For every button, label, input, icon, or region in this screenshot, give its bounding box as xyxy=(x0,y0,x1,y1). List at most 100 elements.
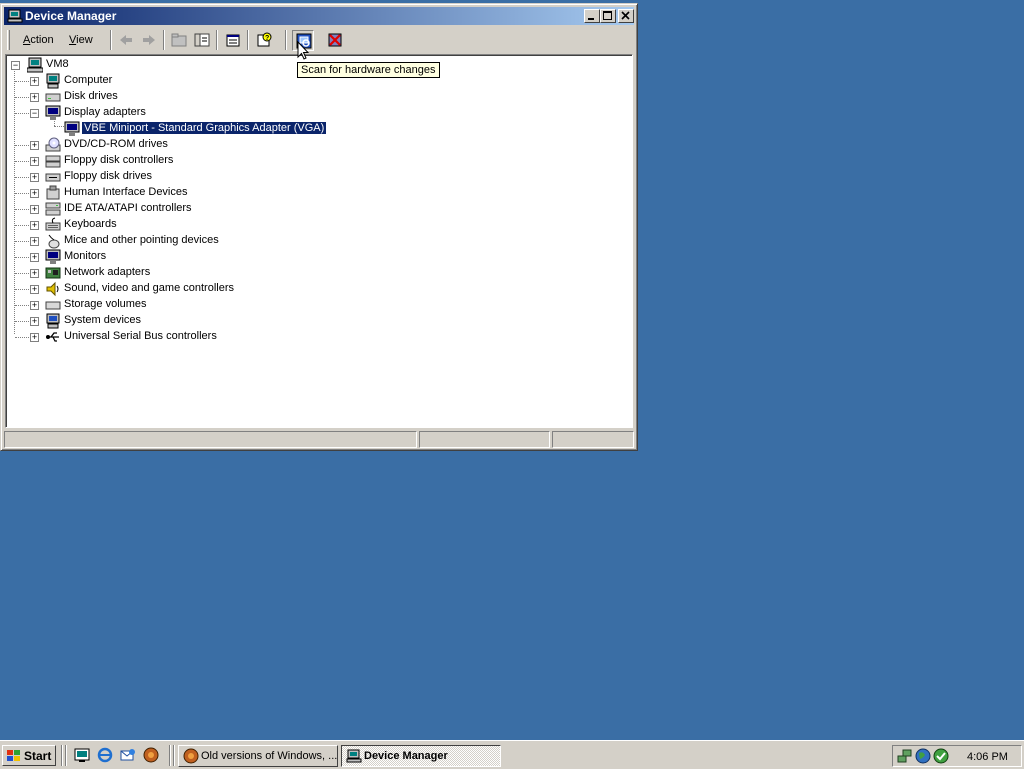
expand-toggle[interactable]: + xyxy=(30,301,39,310)
device-tree[interactable]: − VM8 + Computer + Disk drives − Display adap… xyxy=(5,54,633,428)
task-label: Old versions of Windows, ... xyxy=(201,750,338,762)
tree-root[interactable]: − VM8 xyxy=(6,57,206,73)
show-hide-tree-button[interactable] xyxy=(191,30,213,51)
back-button[interactable] xyxy=(115,30,137,51)
tree-line xyxy=(15,113,29,114)
close-button[interactable] xyxy=(618,9,634,23)
expand-toggle[interactable]: + xyxy=(30,157,39,166)
tree-item-display-adapters[interactable]: − Display adapters xyxy=(6,105,266,121)
disk-drive-icon xyxy=(45,93,61,102)
computer-icon xyxy=(46,73,60,89)
expand-toggle[interactable]: + xyxy=(30,285,39,294)
clock[interactable]: 4:06 PM xyxy=(967,751,1008,763)
back-arrow-icon xyxy=(120,35,132,45)
expand-toggle[interactable]: + xyxy=(30,77,39,86)
toolbar-separator xyxy=(285,30,287,50)
category-label: Human Interface Devices xyxy=(64,186,188,198)
help-icon: ? xyxy=(257,32,272,47)
taskbar-divider xyxy=(169,745,171,766)
expand-toggle[interactable]: + xyxy=(30,173,39,182)
network-tray-icon[interactable] xyxy=(897,748,913,764)
expand-toggle[interactable]: + xyxy=(30,141,39,150)
mouse-icon xyxy=(48,234,60,249)
expand-toggle[interactable]: + xyxy=(30,93,39,102)
expand-toggle[interactable]: + xyxy=(30,205,39,214)
task-old-versions-windows[interactable]: Old versions of Windows, ... xyxy=(178,745,338,767)
tree-item-computer[interactable]: + Computer xyxy=(6,73,266,89)
tree-item-floppy-disk-drives[interactable]: + Floppy disk drives xyxy=(6,169,266,185)
expand-toggle[interactable]: + xyxy=(30,189,39,198)
expand-toggle[interactable]: + xyxy=(30,317,39,326)
help-button[interactable]: ? xyxy=(253,30,275,51)
tree-item-network-adapters[interactable]: + Network adapters xyxy=(6,265,266,281)
tree-item-storage-volumes[interactable]: + Storage volumes xyxy=(6,297,266,313)
toolbar-grip[interactable] xyxy=(7,30,10,50)
media-player-icon[interactable] xyxy=(143,747,159,763)
menu-action[interactable]: Action xyxy=(23,34,54,46)
expand-toggle[interactable]: + xyxy=(30,237,39,246)
tree-item-system-devices[interactable]: + System devices xyxy=(6,313,266,329)
tree-line xyxy=(15,337,29,338)
tree-item-mice-and-other-pointing-devices[interactable]: + Mice and other pointing devices xyxy=(6,233,266,249)
expand-toggle[interactable]: − xyxy=(30,109,39,118)
expand-toggle[interactable]: + xyxy=(30,253,39,262)
status-pane-2 xyxy=(419,431,550,448)
internet-explorer-icon[interactable] xyxy=(97,747,113,763)
taskbar-divider xyxy=(65,745,67,766)
tree-item-monitors[interactable]: + Monitors xyxy=(6,249,266,265)
windows-logo-icon xyxy=(7,750,20,761)
toolbar-separator xyxy=(163,30,165,50)
maximize-button[interactable] xyxy=(600,9,616,23)
tree-item-vbe-miniport[interactable]: VBE Miniport - Standard Graphics Adapter… xyxy=(6,121,328,137)
maximize-icon xyxy=(603,11,612,20)
toolbar-separator xyxy=(247,30,249,50)
storage-volume-icon xyxy=(45,301,61,310)
properties-button[interactable] xyxy=(222,30,244,51)
category-label: Computer xyxy=(64,74,113,86)
cdrom-icon xyxy=(45,137,61,152)
menu-view[interactable]: View xyxy=(69,34,93,46)
start-button[interactable]: Start xyxy=(2,745,56,766)
category-label: Disk drives xyxy=(64,90,118,102)
taskbar: Start Old versions of Windows, ... Devic… xyxy=(0,740,1024,769)
tree-item-human-interface-devices[interactable]: + Human Interface Devices xyxy=(6,185,266,201)
tree-item-disk-drives[interactable]: + Disk drives xyxy=(6,89,266,105)
tree-line xyxy=(15,257,29,258)
toolbar-separator xyxy=(216,30,218,50)
show-desktop-icon[interactable] xyxy=(74,747,90,763)
up-level-button[interactable] xyxy=(168,30,190,51)
category-label: Sound, video and game controllers xyxy=(64,282,234,294)
tree-item-sound-video-and-game-controllers[interactable]: + Sound, video and game controllers xyxy=(6,281,266,297)
status-bar xyxy=(4,431,634,448)
tree-item-universal-serial-bus-controllers[interactable]: + Universal Serial Bus controllers xyxy=(6,329,266,345)
uninstall-button[interactable] xyxy=(324,30,346,51)
console-tree-icon xyxy=(194,33,210,47)
outlook-express-icon[interactable] xyxy=(120,747,136,763)
minimize-icon xyxy=(588,18,594,20)
uninstall-icon xyxy=(328,33,342,47)
globe-tray-icon[interactable] xyxy=(915,748,931,764)
tree-item-dvd-cd-rom-drives[interactable]: + DVD/CD-ROM drives xyxy=(6,137,266,153)
minimize-button[interactable] xyxy=(584,9,600,23)
title-bar[interactable]: Device Manager xyxy=(4,7,634,25)
forward-button[interactable] xyxy=(138,30,160,51)
expand-toggle[interactable]: + xyxy=(30,221,39,230)
tree-item-ide-ata-atapi-controllers[interactable]: + IDE ATA/ATAPI controllers xyxy=(6,201,266,217)
tree-line xyxy=(15,241,29,242)
device-manager-icon xyxy=(346,749,362,763)
collapse-root-toggle[interactable]: − xyxy=(11,61,20,70)
taskbar-divider xyxy=(61,745,63,766)
expand-toggle[interactable]: + xyxy=(30,333,39,342)
category-label: Mice and other pointing devices xyxy=(64,234,219,246)
tree-line xyxy=(15,97,29,98)
toolbar: Action View ? xyxy=(4,27,634,53)
expand-toggle[interactable]: + xyxy=(30,269,39,278)
category-label: Display adapters xyxy=(64,106,146,118)
tree-item-floppy-disk-controllers[interactable]: + Floppy disk controllers xyxy=(6,153,266,169)
status-tray-icon[interactable] xyxy=(933,748,949,764)
network-adapter-icon xyxy=(45,267,61,279)
task-device-manager[interactable]: Device Manager xyxy=(341,745,501,767)
tree-item-keyboards[interactable]: + Keyboards xyxy=(6,217,266,233)
folder-up-icon xyxy=(171,33,187,47)
category-label: Floppy disk drives xyxy=(64,170,153,182)
